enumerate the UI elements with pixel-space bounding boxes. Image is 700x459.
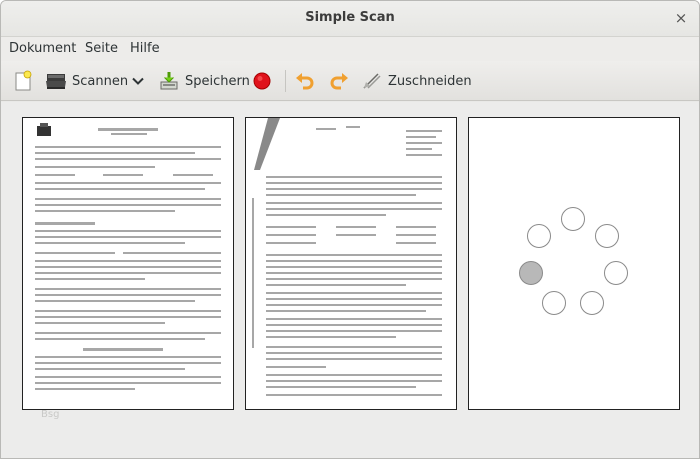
page-2-content xyxy=(252,118,442,396)
scan-label: Scannen xyxy=(72,73,129,89)
chevron-down-icon xyxy=(132,77,144,85)
save-icon xyxy=(160,72,178,90)
menu-dokument[interactable]: Dokument xyxy=(9,41,76,56)
rotate-right-button[interactable] xyxy=(329,61,349,101)
toolbar-separator xyxy=(285,70,286,92)
page-1-content xyxy=(35,123,221,390)
close-button[interactable]: × xyxy=(671,8,691,28)
scanning-page xyxy=(468,117,680,410)
scan-button[interactable]: Scannen xyxy=(45,61,128,101)
new-document-button[interactable] xyxy=(12,61,34,101)
save-button[interactable]: Speichern xyxy=(158,61,250,101)
scanned-page-1[interactable] xyxy=(22,117,234,410)
window-title: Simple Scan xyxy=(305,10,395,25)
rotate-left-icon xyxy=(296,73,314,90)
stop-scan-button[interactable] xyxy=(252,61,272,101)
page-caption: Bsg xyxy=(41,409,60,420)
scanner-icon xyxy=(46,74,66,89)
menu-seite[interactable]: Seite xyxy=(85,41,118,56)
title-bar: Simple Scan × xyxy=(1,1,699,37)
toolbar: Scannen Speichern Zuschneiden xyxy=(1,61,699,101)
page-view-area: Bsg xyxy=(1,102,699,458)
crop-button[interactable]: Zuschneiden xyxy=(361,61,472,101)
new-document-icon xyxy=(15,70,32,91)
scan-options-dropdown[interactable] xyxy=(130,61,146,101)
crop-icon xyxy=(363,73,381,89)
stop-record-icon xyxy=(253,72,271,90)
menu-bar: Dokument Seite Hilfe xyxy=(1,37,699,61)
scanned-page-2[interactable] xyxy=(245,117,457,410)
scan-progress-spinner xyxy=(519,207,628,315)
rotate-left-button[interactable] xyxy=(295,61,315,101)
menu-hilfe[interactable]: Hilfe xyxy=(130,41,160,56)
rotate-right-icon xyxy=(330,73,348,90)
save-label: Speichern xyxy=(185,73,250,89)
printer-logo-icon xyxy=(37,123,51,136)
application-window: Simple Scan × Dokument Seite Hilfe Scann… xyxy=(0,0,700,459)
close-icon: × xyxy=(674,9,688,27)
crop-label: Zuschneiden xyxy=(388,73,472,89)
